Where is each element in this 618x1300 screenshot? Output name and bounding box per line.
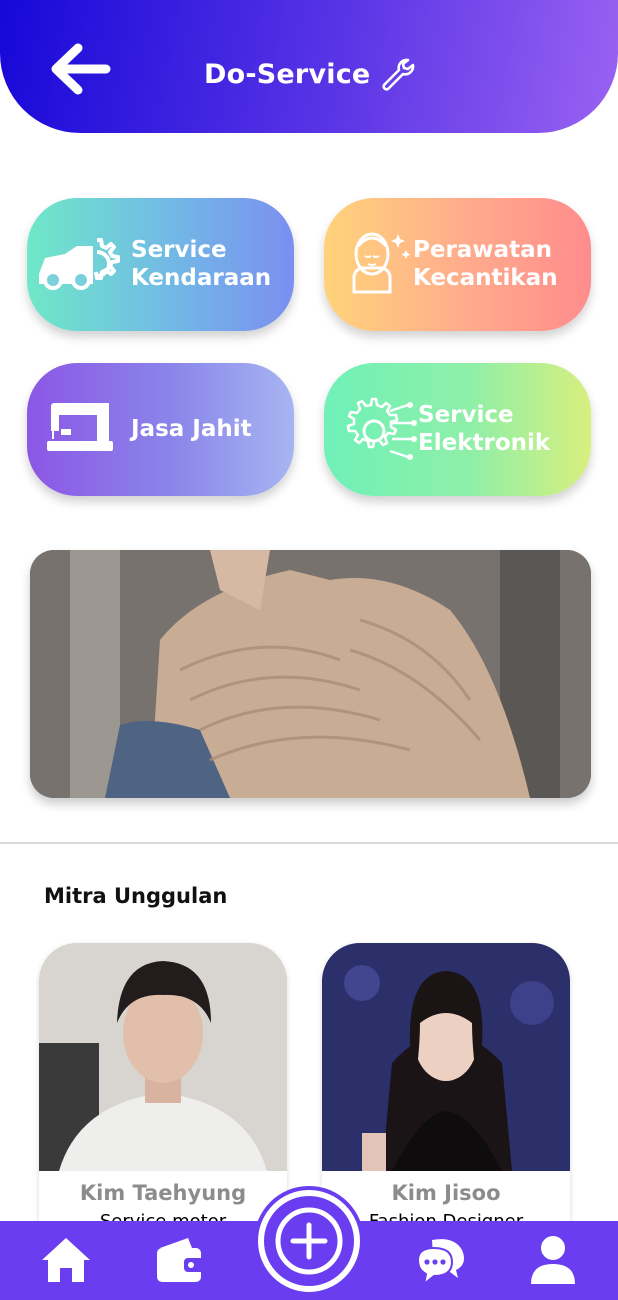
add-icon	[258, 1190, 360, 1292]
category-service-elektronik[interactable]: Service Elektronik	[324, 363, 591, 496]
promo-banner[interactable]	[30, 550, 591, 798]
profile-icon[interactable]	[527, 1234, 579, 1286]
back-button[interactable]	[48, 42, 112, 96]
category-service-kendaraan[interactable]: Service Kendaraan	[27, 198, 294, 331]
category-jasa-jahit[interactable]: Jasa Jahit	[27, 363, 294, 496]
knit-sweater-photo	[30, 550, 591, 798]
arrow-left-icon	[51, 43, 111, 95]
page-title: Do-Service	[204, 58, 371, 90]
car-gear-icon	[39, 238, 120, 290]
category-label: Service Elektronik	[418, 402, 551, 456]
category-label: Perawatan Kecantikan	[413, 237, 558, 291]
wallet-icon[interactable]	[154, 1234, 206, 1286]
beauty-face-icon	[352, 232, 411, 294]
partner-card[interactable]: Kim Taehyung Service motor	[39, 943, 287, 1243]
add-button[interactable]	[254, 1186, 364, 1296]
chat-icon[interactable]	[414, 1234, 466, 1286]
section-divider	[0, 842, 618, 844]
title-group: Do-Service	[204, 54, 416, 94]
sewing-machine-icon	[47, 403, 113, 451]
category-perawatan-kecantikan[interactable]: Perawatan Kecantikan	[324, 198, 591, 331]
category-label: Jasa Jahit	[131, 416, 252, 442]
partner-photo	[39, 943, 287, 1171]
wrench-icon	[382, 58, 415, 91]
home-icon[interactable]	[40, 1234, 92, 1286]
circuit-gear-icon	[346, 397, 417, 460]
partner-photo	[322, 943, 570, 1171]
partner-name: Kim Taehyung	[79, 1181, 247, 1205]
category-label: Service Kendaraan	[131, 237, 272, 291]
section-title: Mitra Unggulan	[44, 884, 228, 908]
app-header: Do-Service	[0, 0, 618, 133]
